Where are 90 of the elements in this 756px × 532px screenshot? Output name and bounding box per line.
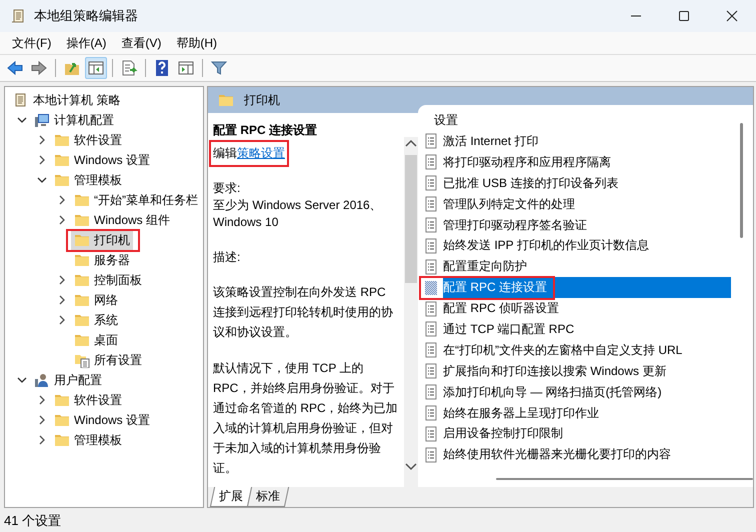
policy-icon: [423, 426, 439, 442]
description-label: 描述:: [213, 249, 242, 266]
tree-item[interactable]: Windows 设置: [51, 410, 154, 430]
policy-icon: [423, 258, 439, 275]
folder-icon: [74, 332, 90, 348]
setting-item[interactable]: 在“打印机”文件夹的左窗格中自定义支持 URL: [423, 340, 731, 361]
tree-item[interactable]: 打印机: [71, 230, 133, 250]
policy-icon: [423, 196, 439, 212]
setting-item[interactable]: 启用设备控制打印限制: [423, 423, 731, 444]
folder-icon: [74, 212, 90, 228]
folder-icon: [54, 392, 70, 408]
window-title: 本地组策略编辑器: [34, 7, 138, 25]
setting-item[interactable]: 始终使用软件光栅器来光栅化要打印的内容: [423, 444, 731, 466]
folder-icon: [74, 312, 90, 328]
policy-icon: [423, 363, 439, 380]
policy-icon: [423, 154, 439, 170]
horizontal-scrollbar-thumb[interactable]: [496, 478, 753, 480]
menu-item[interactable]: 帮助(H): [170, 34, 226, 52]
policy-icon: [423, 175, 439, 192]
vertical-scrollbar-thumb[interactable]: [740, 123, 743, 238]
tree-item[interactable]: 管理模板: [51, 430, 125, 450]
tree-item[interactable]: 系统: [71, 310, 121, 330]
setting-item[interactable]: 始终发送 IPP 打印机的作业页计数信息: [423, 235, 731, 256]
policy-icon: [423, 342, 439, 358]
policy-settings-link[interactable]: 策略设置: [237, 146, 285, 160]
setting-item[interactable]: 添加打印机向导 — 网络扫描页(托管网络): [423, 382, 731, 403]
status-text: 41 个设置: [3, 512, 62, 530]
folder-icon: [74, 292, 90, 308]
policy-icon: [423, 238, 439, 254]
requirements-text: 至少为 Windows Server 2016、Windows 10: [213, 197, 383, 231]
tree-item[interactable]: 服务器: [71, 250, 133, 270]
tab[interactable]: 标准: [246, 487, 290, 507]
tree-item[interactable]: 用户配置: [31, 370, 105, 390]
policy-icon: [423, 217, 439, 233]
setting-item[interactable]: 将打印驱动程序和应用程序隔离: [423, 152, 731, 173]
tree-item[interactable]: 控制面板: [71, 270, 145, 290]
policy-title: 配置 RPC 连接设置: [212, 122, 318, 137]
computer-icon: [34, 112, 50, 128]
requirements-label: 要求:: [213, 180, 242, 197]
setting-item[interactable]: 激活 Internet 打印: [423, 131, 731, 152]
setting-item[interactable]: 通过 TCP 端口配置 RPC: [423, 319, 731, 340]
setting-item[interactable]: 扩展指向和打印连接以搜索 Windows 更新: [423, 360, 731, 382]
policy-icon: [423, 300, 439, 317]
folder-icon: [54, 132, 70, 148]
setting-item[interactable]: 管理队列特定文件的处理: [423, 194, 731, 215]
tree-item[interactable]: Windows 设置: [51, 150, 154, 170]
tab[interactable]: 扩展: [210, 487, 252, 507]
setting-item[interactable]: 始终在服务器上呈现打印作业: [423, 402, 731, 424]
policy-icon: [423, 384, 439, 400]
folder-icon: [74, 232, 90, 248]
maximize-icon[interactable]: [678, 10, 690, 22]
policy-icon: [423, 133, 439, 150]
tree-item[interactable]: Windows 组件: [71, 210, 174, 230]
folder-icon: [74, 192, 90, 208]
tree-item[interactable]: 管理模板: [51, 170, 125, 190]
scrollbar-thumb[interactable]: [405, 155, 417, 283]
tree-item[interactable]: 软件设置: [51, 390, 125, 410]
tree-item[interactable]: 计算机配置: [31, 110, 117, 130]
tree-item[interactable]: 桌面: [71, 330, 121, 350]
edit-label: 编辑: [213, 146, 237, 160]
folder-icon: [74, 252, 90, 268]
folder-icon: [218, 92, 234, 108]
policy-icon: [423, 280, 439, 296]
description-paragraph: 默认情况下，使用 TCP 上的 RPC，并始终启用身份验证。对于通过命名管道的 RPC，始终为已加入域的计算机启用身份验证，但对于未加入域的计算机禁用身份验证。: [213, 360, 398, 477]
tree-item[interactable]: 所有设置: [71, 350, 145, 370]
settings-folder-icon: [74, 352, 90, 368]
close-icon[interactable]: [726, 10, 738, 22]
tree-item[interactable]: “开始”菜单和任务栏: [71, 190, 201, 210]
setting-item[interactable]: 配置 RPC 侦听器设置: [423, 298, 731, 320]
tree-item[interactable]: 软件设置: [51, 130, 125, 150]
pane-header: 打印机: [244, 92, 280, 108]
menu-item[interactable]: 查看(V): [115, 34, 170, 52]
menu-item[interactable]: 文件(F): [6, 34, 60, 52]
folder-icon: [54, 432, 70, 448]
policy-icon: [423, 405, 439, 422]
policy-icon: [423, 446, 439, 463]
folder-icon: [54, 172, 70, 188]
setting-item[interactable]: 管理打印驱动程序签名验证: [423, 214, 731, 236]
description-paragraph: 该策略设置控制在向外发送 RPC 连接到远程打印轮转机时使用的协议和协议设置。: [213, 284, 394, 341]
menu-item[interactable]: 操作(A): [60, 34, 116, 52]
tree-item[interactable]: 网络: [71, 290, 121, 310]
user-icon: [34, 372, 50, 388]
policy-icon: [423, 321, 439, 338]
folder-icon: [54, 152, 70, 168]
folder-icon: [74, 272, 90, 288]
setting-item[interactable]: 已批准 USB 连接的打印设备列表: [423, 172, 731, 194]
column-header: 设置: [433, 112, 459, 129]
setting-item[interactable]: 配置重定向防护: [423, 256, 731, 278]
folder-icon: [54, 412, 70, 428]
tree-item[interactable]: 本地计算机 策略: [10, 90, 124, 110]
